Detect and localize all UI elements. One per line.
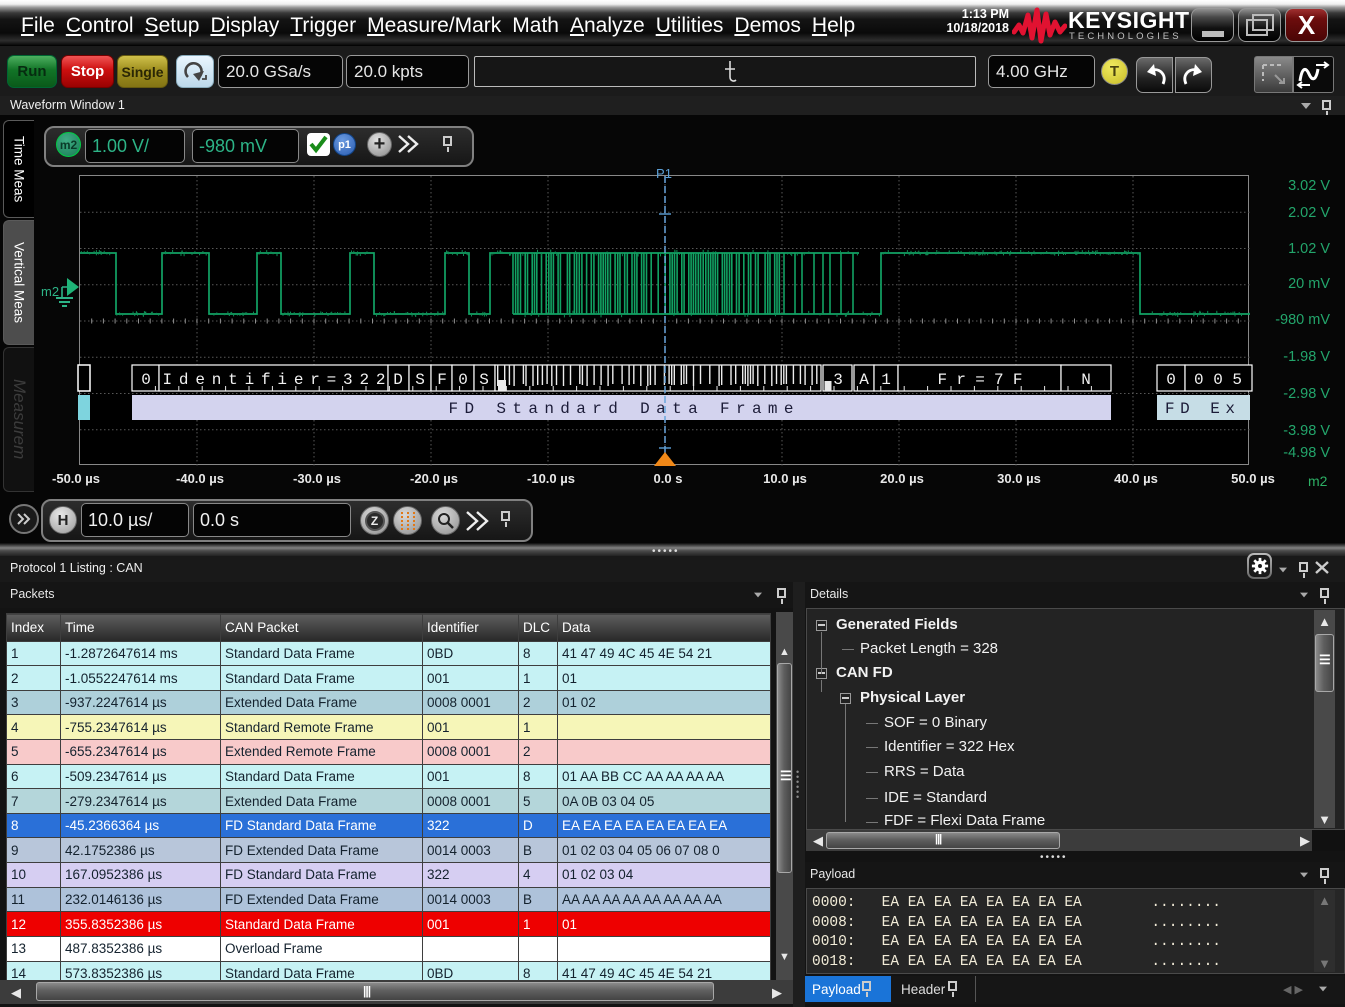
svg-text:005: 005 (1194, 371, 1242, 389)
svg-text:S: S (415, 371, 425, 389)
svg-text:1: 1 (881, 371, 891, 389)
svg-text:S: S (479, 371, 489, 389)
svg-text:N: N (1081, 371, 1091, 389)
svg-text:A: A (859, 371, 869, 389)
svg-text:3: 3 (833, 371, 843, 389)
svg-text:F: F (437, 371, 447, 389)
svg-text:0: 0 (141, 371, 151, 389)
svg-text:0: 0 (1166, 371, 1176, 389)
svg-text:D: D (393, 371, 403, 389)
